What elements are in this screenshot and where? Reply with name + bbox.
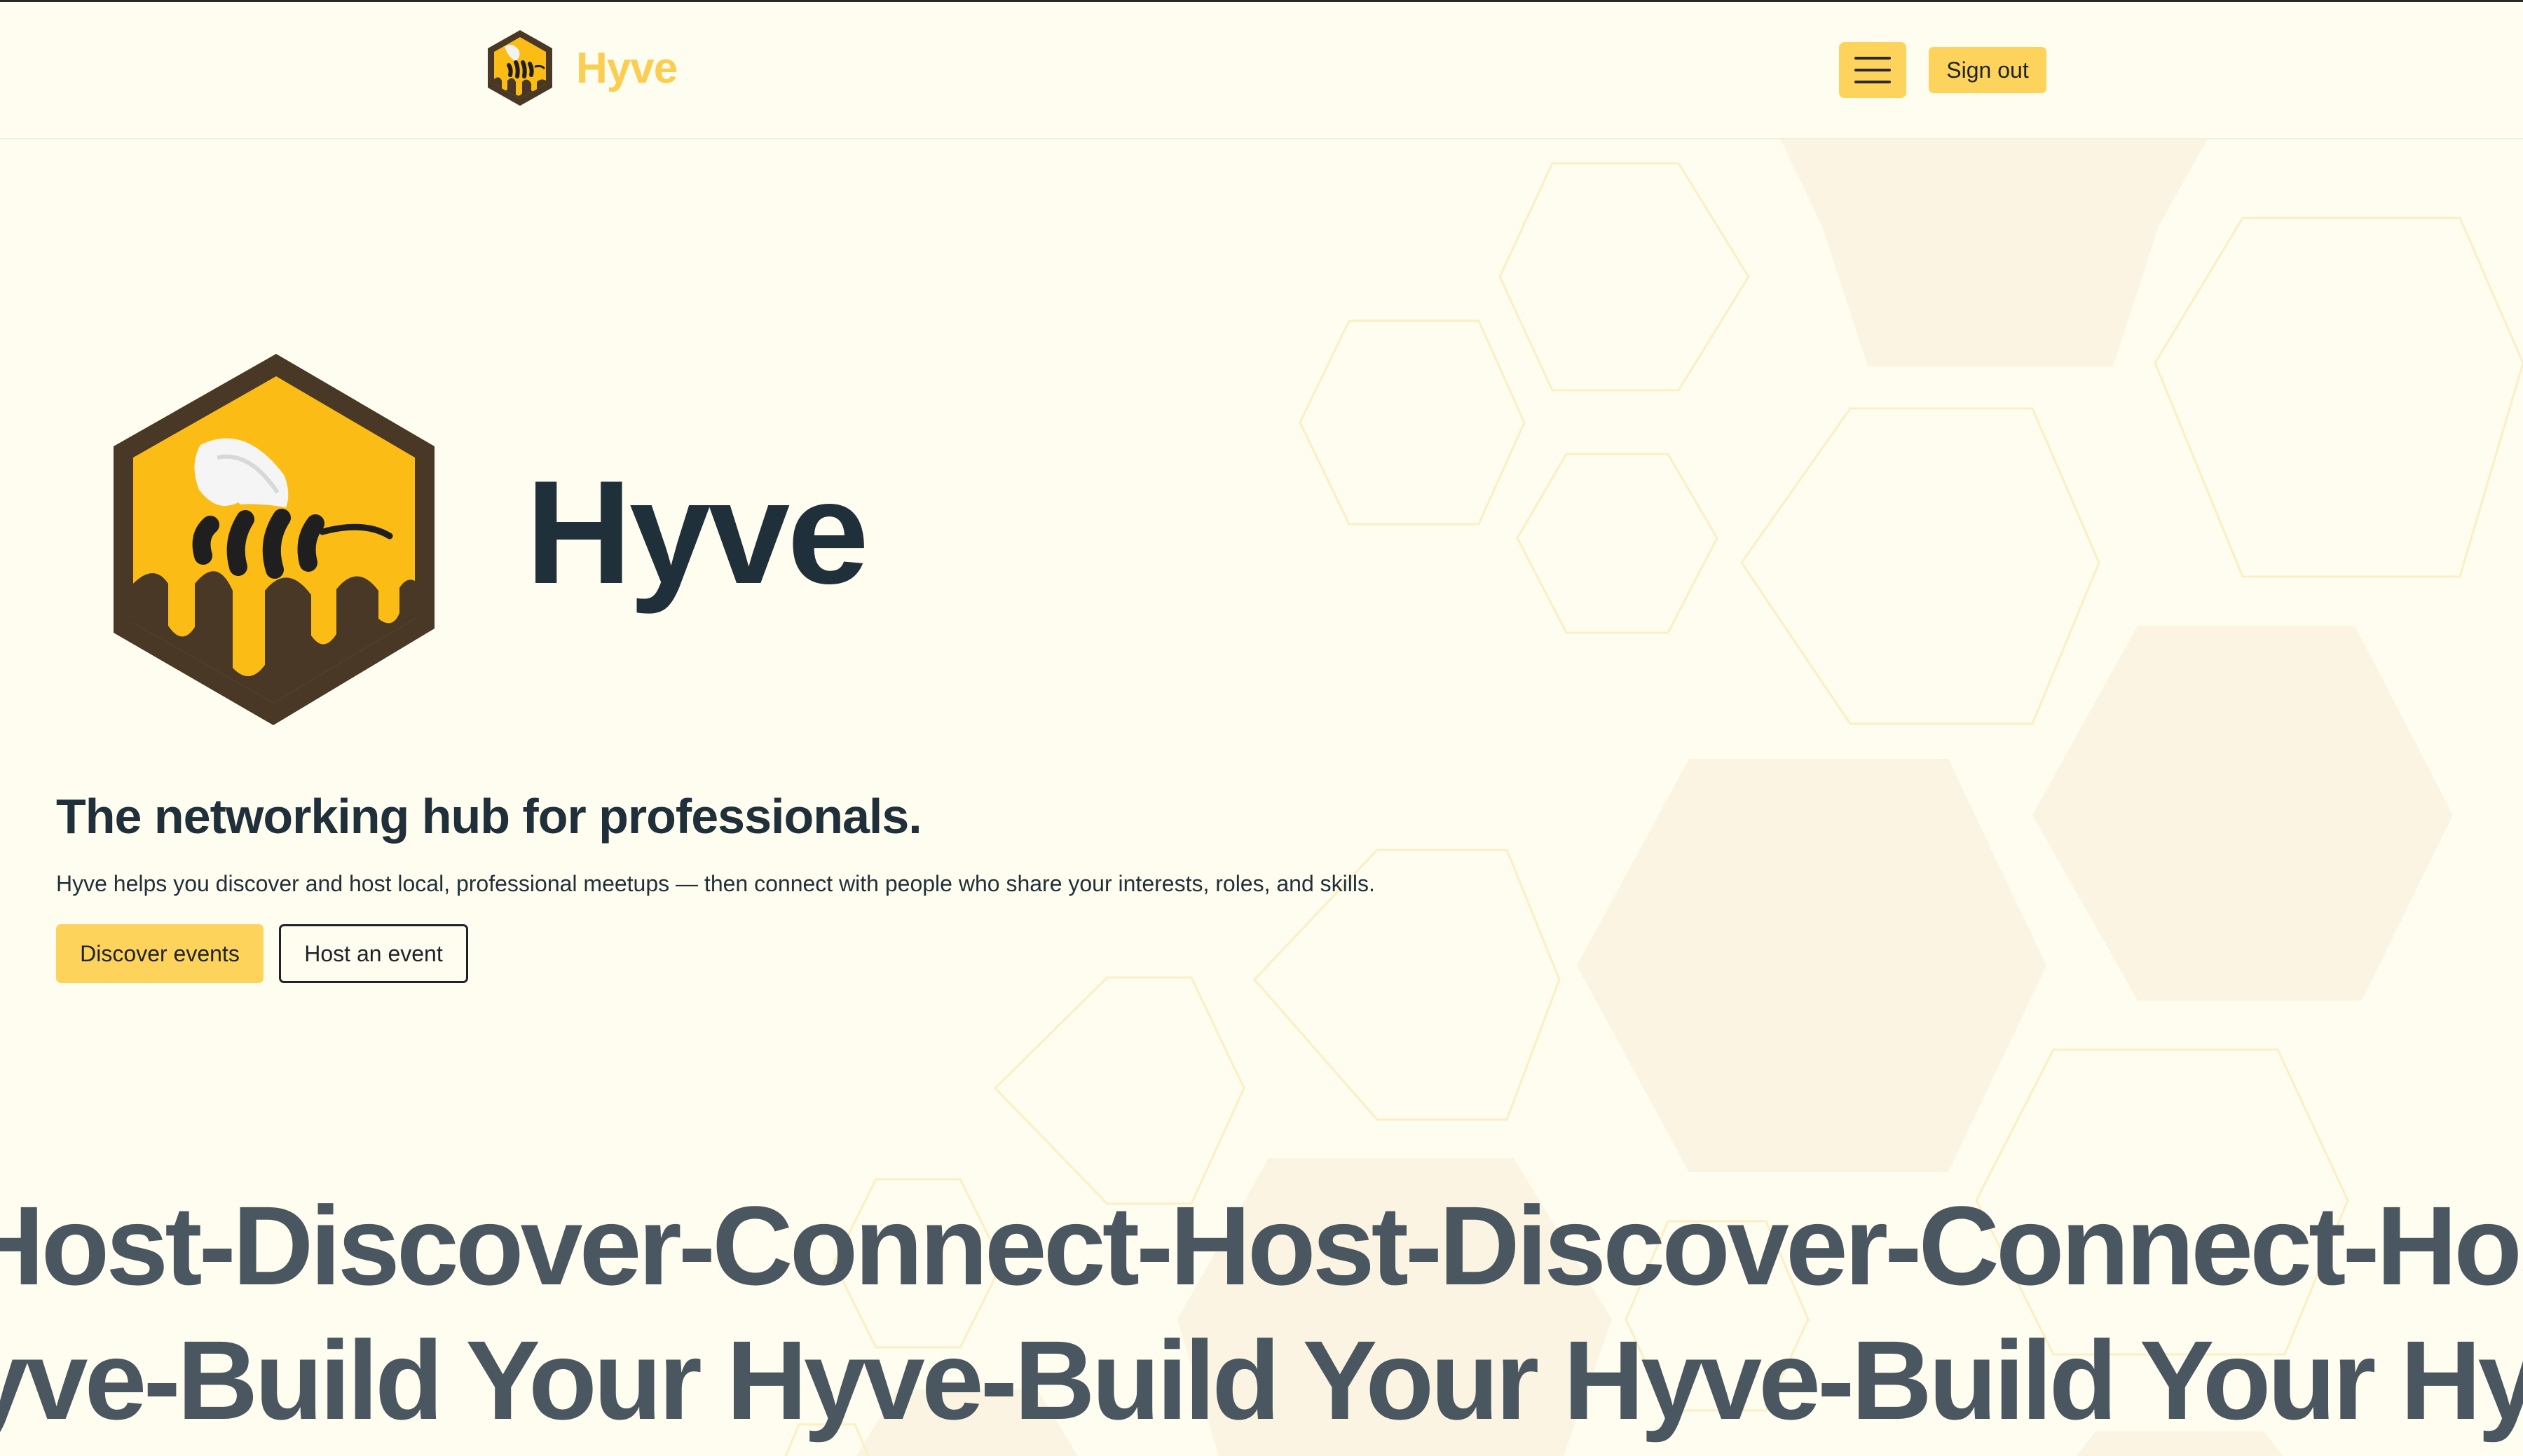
top-nav-bar: Hyve Sign out [0, 2, 2523, 139]
marquee-text: Hyve-Build Your Hyve-Build Your Hyve-Bui… [0, 1317, 2523, 1443]
hero-tagline: The networking hub for professionals. [56, 789, 922, 844]
bee-hexagon-logo-icon [114, 354, 435, 725]
discover-events-button[interactable]: Discover events [56, 924, 264, 983]
bee-hexagon-logo-icon [488, 30, 552, 106]
brand-link[interactable]: Hyve [485, 29, 678, 107]
hero-title: Hyve [526, 450, 869, 614]
hamburger-menu-icon-line [1854, 69, 1891, 71]
hamburger-menu-button[interactable] [1839, 42, 1906, 98]
sign-out-button[interactable]: Sign out [1929, 47, 2046, 93]
app-window: Hyve Sign out Hyve The networking hub fo… [0, 0, 2523, 1456]
marquee-row-build-your-hyve: Hyve-Build Your Hyve-Build Your Hyve-Bui… [0, 1314, 2523, 1447]
hamburger-menu-icon-line [1854, 81, 1891, 83]
hero-description: Hyve helps you discover and host local, … [56, 871, 1375, 896]
marquee-row-host-discover-connect: Host-Discover-Connect-Host-Discover-Conn… [0, 1179, 2523, 1312]
brand-name: Hyve [576, 43, 678, 92]
host-event-button[interactable]: Host an event [279, 924, 468, 983]
marquee-text: Host-Discover-Connect-Host-Discover-Conn… [0, 1183, 2523, 1308]
hamburger-menu-icon [1854, 57, 1891, 60]
